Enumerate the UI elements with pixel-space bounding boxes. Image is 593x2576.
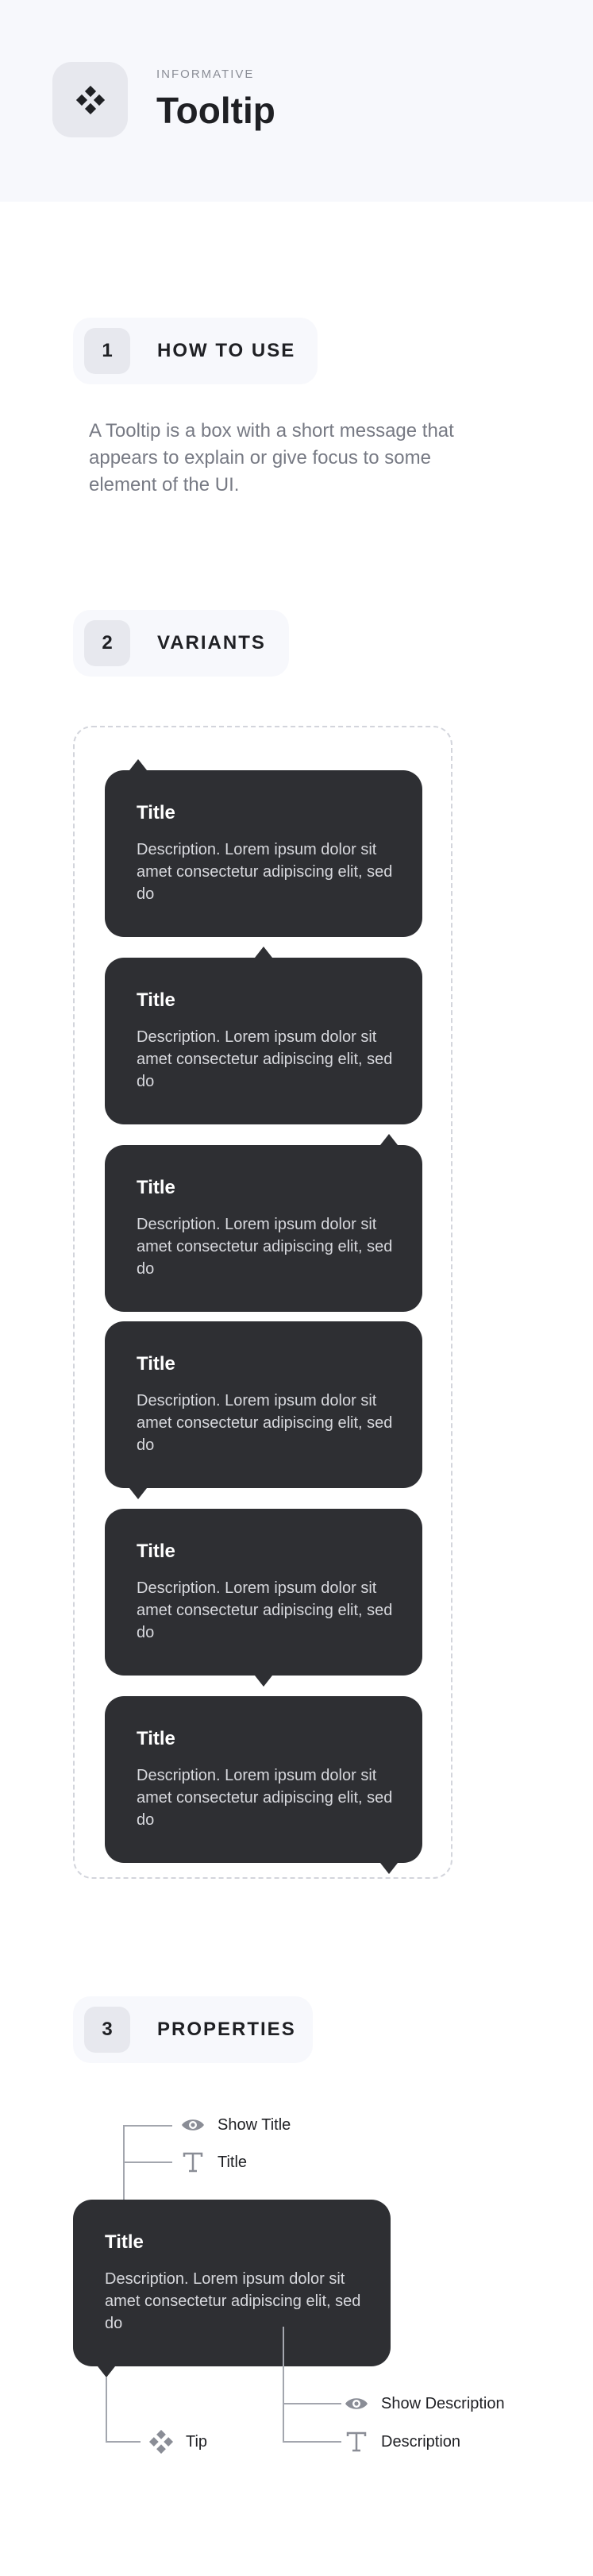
connector-line xyxy=(283,2441,341,2443)
tooltip-variant-top-left: Title Description. Lorem ipsum dolor sit… xyxy=(105,759,422,937)
tooltip-tip xyxy=(380,1134,398,1145)
tooltip-variant-bottom-center: Title Description. Lorem ipsum dolor sit… xyxy=(105,1509,422,1687)
connector-line xyxy=(106,2377,107,2443)
tooltip-title: Title xyxy=(137,1728,175,1749)
section-label: HOW TO USE xyxy=(157,340,296,361)
tooltip-title: Title xyxy=(137,989,175,1011)
section-properties: 3 PROPERTIES xyxy=(73,1996,313,2063)
property-label: Show Description xyxy=(381,2394,505,2412)
property-label: Title xyxy=(218,2153,248,2171)
tooltip-description: Description. Lorem ipsum dolor sit amet … xyxy=(137,1579,393,1641)
how-to-use-text: A Tooltip is a box with a short message … xyxy=(89,420,454,496)
section-label: VARIANTS xyxy=(157,632,266,654)
tooltip-description: Description. Lorem ipsum dolor sit amet … xyxy=(137,1767,393,1829)
property-description: Description xyxy=(343,2430,460,2454)
tooltip-variant-top-right: Title Description. Lorem ipsum dolor sit… xyxy=(105,1134,422,1312)
text-type-icon xyxy=(343,2430,370,2454)
property-tip: Tip xyxy=(148,2430,207,2454)
section-number: 3 xyxy=(84,2007,130,2053)
tooltip-tip xyxy=(98,2366,115,2377)
tooltip-description: Description. Lorem ipsum dolor sit amet … xyxy=(137,1216,393,1278)
tooltip-tip xyxy=(255,1676,272,1687)
tooltip-description: Description. Lorem ipsum dolor sit amet … xyxy=(137,1392,393,1454)
connector-line xyxy=(106,2441,141,2443)
section-label: PROPERTIES xyxy=(157,2019,296,2040)
tooltip-tip xyxy=(129,759,147,770)
page-title: Tooltip xyxy=(156,90,275,131)
property-label: Description xyxy=(381,2432,461,2451)
tooltip-properties-example: Title Description. Lorem ipsum dolor sit… xyxy=(73,2200,391,2377)
property-title: Title xyxy=(179,2150,247,2174)
connector-line xyxy=(283,2403,341,2404)
text-type-icon xyxy=(179,2150,206,2174)
section-variants: 2 VARIANTS xyxy=(73,610,289,677)
property-label: Show Title xyxy=(218,2115,291,2134)
page-header: INFORMATIVE Tooltip xyxy=(0,0,593,202)
property-label: Tip xyxy=(186,2432,208,2451)
connector-line xyxy=(283,2327,284,2443)
tooltip-tip xyxy=(129,1488,147,1499)
component-diamond-icon xyxy=(52,62,128,137)
connector-line xyxy=(123,2161,172,2163)
tooltip-variant-bottom-left: Title Description. Lorem ipsum dolor sit… xyxy=(105,1321,422,1499)
tooltip-title: Title xyxy=(137,802,175,823)
section-number: 2 xyxy=(84,620,130,666)
tooltip-variant-top-center: Title Description. Lorem ipsum dolor sit… xyxy=(105,947,422,1124)
property-show-title: Show Title xyxy=(179,2113,291,2137)
component-category: INFORMATIVE xyxy=(156,67,255,81)
tooltip-description: Description. Lorem ipsum dolor sit amet … xyxy=(137,1028,393,1090)
section-number: 1 xyxy=(84,328,130,374)
tooltip-tip xyxy=(380,1863,398,1874)
tooltip-description: Description. Lorem ipsum dolor sit amet … xyxy=(105,2270,361,2332)
tooltip-variant-bottom-right: Title Description. Lorem ipsum dolor sit… xyxy=(105,1696,422,1874)
eye-icon xyxy=(343,2392,370,2416)
connector-line xyxy=(123,2125,172,2127)
tooltip-title: Title xyxy=(137,1353,175,1375)
section-how-to-use: 1 HOW TO USE xyxy=(73,318,318,384)
component-diamond-icon xyxy=(148,2430,175,2454)
property-show-description: Show Description xyxy=(343,2392,505,2416)
tooltip-title: Title xyxy=(137,1541,175,1562)
eye-icon xyxy=(179,2113,206,2137)
tooltip-description: Description. Lorem ipsum dolor sit amet … xyxy=(137,841,393,903)
tooltip-title: Title xyxy=(105,2231,144,2253)
tooltip-title: Title xyxy=(137,1177,175,1198)
tooltip-tip xyxy=(255,947,272,958)
